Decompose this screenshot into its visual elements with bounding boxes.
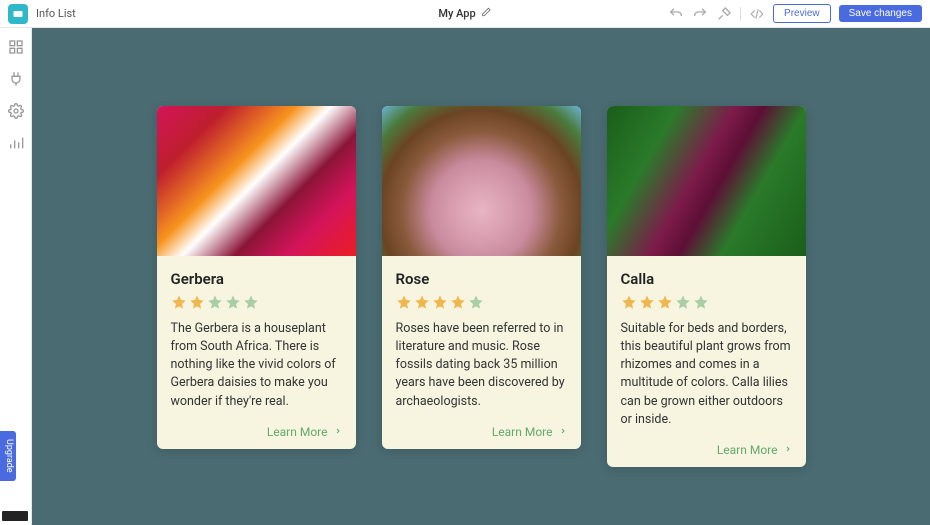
sidebar-plug-icon[interactable] xyxy=(7,70,25,88)
preview-button[interactable]: Preview xyxy=(773,4,831,23)
link-label: Learn More xyxy=(492,425,553,439)
canvas[interactable]: Gerbera The Gerbera is a houseplant from … xyxy=(32,28,930,525)
card-body: Calla Suitable for beds and borders, this… xyxy=(607,256,806,467)
learn-more-link[interactable]: Learn More xyxy=(717,443,792,457)
edit-title-icon[interactable] xyxy=(482,7,492,20)
chevron-right-icon xyxy=(784,443,792,457)
topbar-right: Preview Save changes xyxy=(668,4,922,23)
card-title: Calla xyxy=(621,270,792,288)
rating-stars xyxy=(171,294,342,310)
divider xyxy=(740,7,741,21)
save-button[interactable]: Save changes xyxy=(839,5,922,22)
card-image xyxy=(382,106,581,256)
app-title: My App xyxy=(438,7,475,20)
card-body: Gerbera The Gerbera is a houseplant from … xyxy=(157,256,356,449)
bottom-chip xyxy=(2,511,28,521)
link-label: Learn More xyxy=(717,443,778,457)
sidebar-grid-icon[interactable] xyxy=(7,38,25,56)
redo-icon[interactable] xyxy=(692,6,708,22)
card-image xyxy=(157,106,356,256)
link-label: Learn More xyxy=(267,425,328,439)
rating-stars xyxy=(396,294,567,310)
card-description: The Gerbera is a houseplant from South A… xyxy=(171,320,342,411)
tool-icon[interactable] xyxy=(716,6,732,22)
sidebar-gear-icon[interactable] xyxy=(7,102,25,120)
card-description: Suitable for beds and borders, this beau… xyxy=(621,320,792,429)
chevron-right-icon xyxy=(334,425,342,439)
info-card[interactable]: Gerbera The Gerbera is a houseplant from … xyxy=(157,106,356,449)
card-title: Rose xyxy=(396,270,567,288)
app-logo[interactable] xyxy=(8,4,28,24)
info-card[interactable]: Calla Suitable for beds and borders, this… xyxy=(607,106,806,467)
upgrade-tab[interactable]: Upgrade xyxy=(0,431,16,481)
topbar: Info List My App Preview Save changes xyxy=(0,0,930,28)
card-title: Gerbera xyxy=(171,270,342,288)
undo-icon[interactable] xyxy=(668,6,684,22)
info-card[interactable]: Rose Roses have been referred to in liter… xyxy=(382,106,581,449)
app-title-group[interactable]: My App xyxy=(438,7,491,20)
card-image xyxy=(607,106,806,256)
learn-more-link[interactable]: Learn More xyxy=(492,425,567,439)
code-icon[interactable] xyxy=(749,6,765,22)
sidebar-analytics-icon[interactable] xyxy=(7,134,25,152)
learn-more-link[interactable]: Learn More xyxy=(267,425,342,439)
card-body: Rose Roses have been referred to in liter… xyxy=(382,256,581,449)
rating-stars xyxy=(621,294,792,310)
page-title: Info List xyxy=(36,7,76,20)
chevron-right-icon xyxy=(559,425,567,439)
card-description: Roses have been referred to in literatur… xyxy=(396,320,567,411)
